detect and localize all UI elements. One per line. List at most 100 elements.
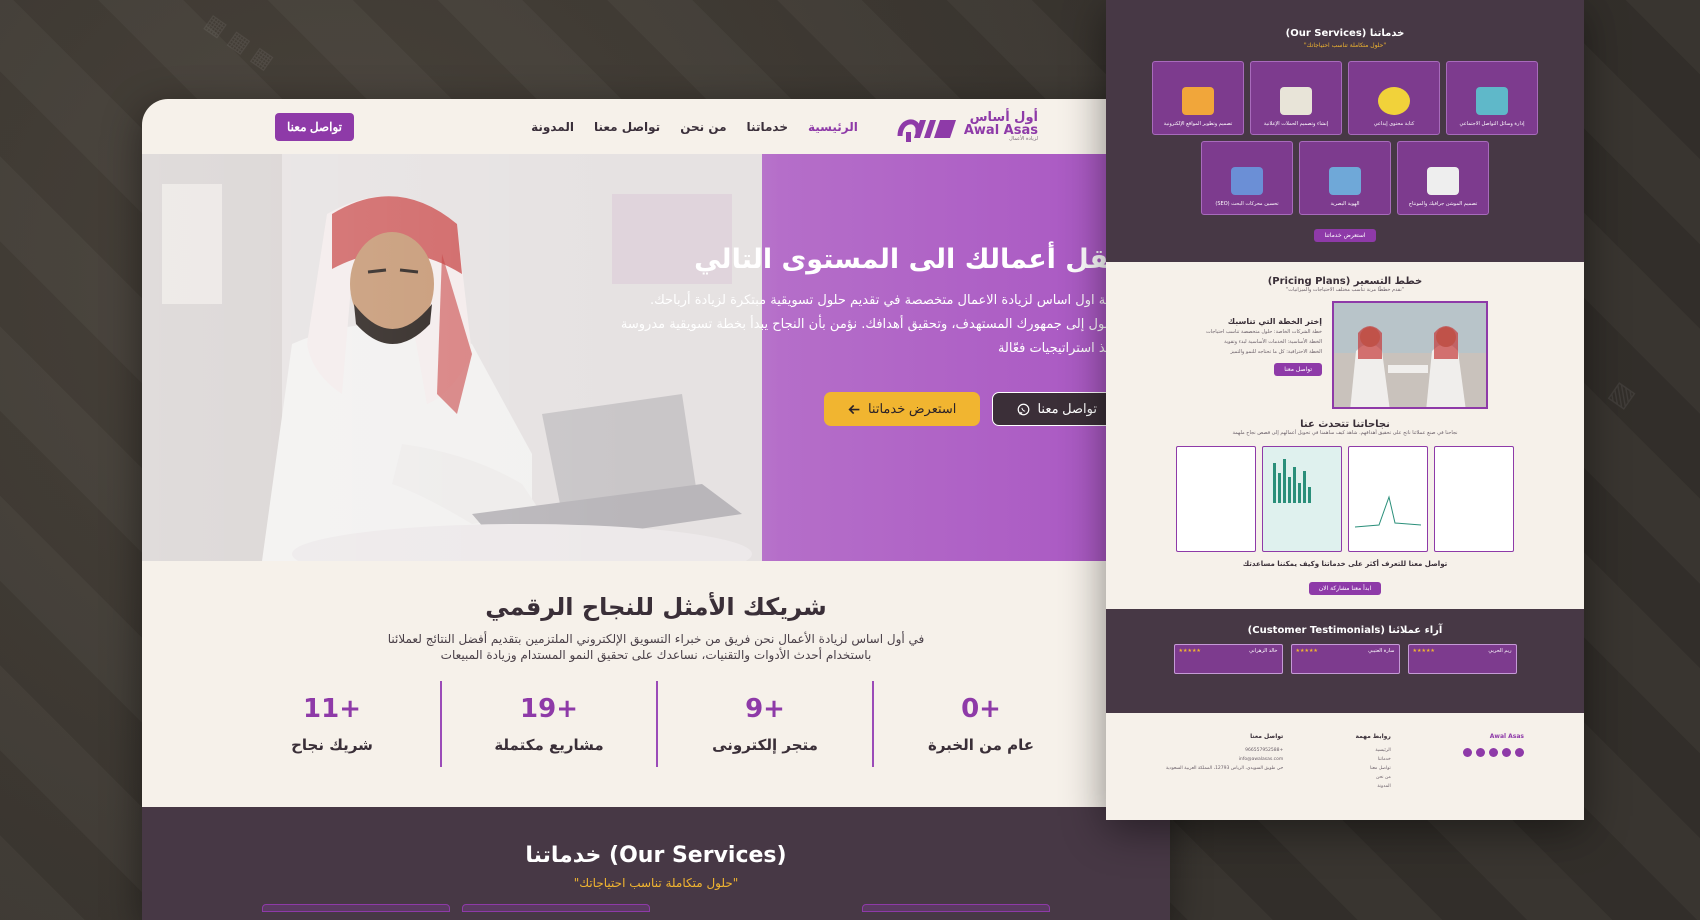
hero-services-button[interactable]: استعرض خدماتنا — [823, 392, 981, 426]
side-services-title: خدماتنا (Our Services) — [1285, 28, 1405, 39]
service-card-top[interactable] — [462, 904, 650, 912]
star-rating-icon: ★★★★★ — [1295, 648, 1318, 654]
stat-number: +11 — [303, 694, 361, 724]
hero-contact-button[interactable]: تواصل معنا — [992, 392, 1122, 426]
nav-item-services[interactable]: خدماتنا — [747, 120, 788, 134]
nav-item-home[interactable]: الرئيسية — [808, 120, 858, 134]
side-footer: Awal Asas روابط مهمة الرئيسية خدماتنا تو… — [1106, 713, 1584, 791]
star-rating-icon: ★★★★★ — [1412, 648, 1435, 654]
hero-title: ننقل أعمالك الى المستوى التالي — [694, 244, 1130, 275]
plan-line: خطة الشركات الخاصة: حلول متخصصة تناسب اح… — [1205, 329, 1322, 335]
side-services-button[interactable]: استعرض خدماتنا — [1314, 229, 1376, 242]
service-card-label: إدارة وسائل التواصل الاجتماعي — [1459, 121, 1525, 127]
footer-link[interactable]: من نحن — [1355, 773, 1391, 782]
nav-item-about[interactable]: من نحن — [680, 120, 726, 134]
plan-line: الخطة الأساسية: الخدمات الأساسية لبدء وت… — [1224, 339, 1322, 345]
arrow-left-icon — [848, 404, 860, 414]
side-services-section: خدماتنا (Our Services) "حلول متكاملة تنا… — [1106, 0, 1584, 262]
footer-links-col: روابط مهمة الرئيسية خدماتنا تواصل معنا م… — [1355, 733, 1390, 791]
navbar: تواصل معنا الرئيسية خدماتنا من نحن تواصل… — [142, 99, 1170, 154]
service-card-top[interactable] — [262, 904, 450, 912]
cta-button[interactable]: ابدأ معنا مشاركة الان — [1308, 582, 1382, 595]
nav-item-blog[interactable]: المدونة — [531, 120, 574, 134]
success-subtitle: نجاحنا في صنع عملائنا ناتج على تحقيق أهد… — [1232, 430, 1458, 436]
service-card-content[interactable]: كتابة محتوى إبداعي — [1348, 61, 1440, 135]
stat-experience: +0 عام من الخبرة — [872, 681, 1088, 767]
main-page-mockup: تواصل معنا الرئيسية خدماتنا من نحن تواصل… — [142, 99, 1170, 920]
pricing-subtitle: "نقدم خططًا مرنة تناسب مختلف الاحتياجات … — [1285, 287, 1405, 293]
success-screenshot[interactable] — [1348, 446, 1428, 552]
service-card-label: كتابة محتوى إبداعي — [1373, 121, 1415, 127]
facebook-icon[interactable] — [1515, 748, 1524, 757]
services-subtitle: "حلول متكاملة تناسب احتياجاتك" — [573, 876, 739, 890]
plan-title: إختر الخطة التي تناسبك — [1227, 317, 1322, 326]
linkedin-icon[interactable] — [1489, 748, 1498, 757]
lightbulb-icon — [1378, 87, 1410, 115]
footer-contact-title: تواصل معنا — [1250, 733, 1284, 740]
twitter-icon[interactable] — [1476, 748, 1485, 757]
service-card-label: تصميم الموشن جرافيك والمونتاج — [1408, 201, 1478, 207]
service-card-ads[interactable]: إنشاء وتصميم الحملات الإعلانية — [1250, 61, 1342, 135]
hero-description: شركة اول اساس لزيادة الاعمال متخصصة في ت… — [620, 293, 1130, 356]
service-card-social[interactable]: إدارة وسائل التواصل الاجتماعي — [1446, 61, 1538, 135]
instagram-icon[interactable] — [1502, 748, 1511, 757]
side-testimonials-section: آراء عملائنا (Customer Testimonials) ريم… — [1106, 609, 1584, 713]
service-card-label: تحسين محركات البحث (SEO) — [1215, 201, 1279, 207]
success-screenshot[interactable] — [1434, 446, 1514, 552]
side-services-subtitle: "حلول متكاملة تناسب احتياجاتك" — [1303, 42, 1387, 49]
cta-text: تواصل معنا للتعرف أكثر على خدماتنا وكيف … — [1242, 560, 1448, 568]
service-card-web[interactable]: تصميم وتطوير المواقع الإلكترونية — [1152, 61, 1244, 135]
snapchat-icon[interactable] — [1463, 748, 1472, 757]
id-card-icon — [1329, 167, 1361, 195]
footer-address: حي طويق السويدي، الرياض 12793، المملكة ا… — [1166, 766, 1284, 771]
footer-email[interactable]: info@awalasas.com — [1166, 755, 1284, 764]
plan-contact-button[interactable]: تواصل معنا — [1274, 363, 1322, 376]
star-rating-icon: ★★★★★ — [1178, 648, 1201, 654]
hero-contact-label: تواصل معنا — [1037, 401, 1097, 416]
stat-label: عام من الخبرة — [928, 736, 1034, 754]
footer-link[interactable]: المدونة — [1355, 782, 1390, 791]
testimonial-name: ريم الحربي — [1488, 648, 1512, 654]
success-screenshot[interactable] — [1262, 446, 1342, 552]
logo-mark-icon — [896, 112, 958, 142]
stat-partners: +11 شريك نجاح — [224, 681, 440, 767]
testimonial-card: ريم الحربي ★★★★★ — [1407, 644, 1517, 674]
nav-item-contact[interactable]: تواصل معنا — [594, 120, 660, 134]
success-title: نجاحاتنا تتحدث عنا — [1300, 419, 1390, 430]
testimonial-name: خالد الزهراني — [1249, 648, 1278, 654]
side-page-mockup: خدماتنا (Our Services) "حلول متكاملة تنا… — [1106, 0, 1584, 820]
service-card-label: الهوية البصرية — [1330, 201, 1360, 207]
service-card-identity[interactable]: الهوية البصرية — [1299, 141, 1391, 215]
stat-stores: +9 متجر إلكترونى — [656, 681, 872, 767]
service-card-motion[interactable]: تصميم الموشن جرافيك والمونتاج — [1397, 141, 1489, 215]
whatsapp-icon — [1018, 403, 1030, 415]
footer-phone[interactable]: +966557952588 — [1166, 746, 1283, 755]
stat-number: +9 — [745, 694, 785, 724]
services-title: خدماتنا (Our Services) — [525, 843, 787, 868]
social-icons — [1463, 748, 1524, 757]
footer-logo[interactable]: Awal Asas — [1463, 733, 1524, 740]
success-screenshot[interactable] — [1176, 446, 1256, 552]
seo-icon — [1231, 167, 1263, 195]
footer-link[interactable]: الرئيسية — [1355, 746, 1391, 755]
service-card-top[interactable] — [862, 904, 1050, 912]
footer-links-title: روابط مهمة — [1355, 733, 1391, 740]
testimonial-card: خالد الزهراني ★★★★★ — [1173, 644, 1283, 674]
partner-section: شريكك الأمثل للنجاح الرقمي في أول اساس ل… — [142, 561, 1170, 767]
service-card-label: إنشاء وتصميم الحملات الإعلانية — [1263, 121, 1329, 127]
nav-contact-button[interactable]: تواصل معنا — [275, 112, 354, 141]
footer-link[interactable]: تواصل معنا — [1355, 764, 1391, 773]
code-icon — [1182, 87, 1214, 115]
footer-link[interactable]: خدماتنا — [1355, 755, 1391, 764]
footer-logo-col: Awal Asas — [1463, 733, 1524, 791]
pricing-title: خطط التسعير (Pricing Plans) — [1267, 276, 1423, 287]
social-media-icon — [1476, 87, 1508, 115]
footer-contact-col: تواصل معنا +966557952588 info@awalasas.c… — [1166, 733, 1283, 791]
logo[interactable]: أول أساس Awal Asas لزيادة الأعمال — [896, 111, 1038, 142]
nav-menu: الرئيسية خدماتنا من نحن تواصل معنا المدو… — [531, 120, 858, 134]
testimonial-card: سارة العتيبي ★★★★★ — [1290, 644, 1400, 674]
service-card-seo[interactable]: تحسين محركات البحث (SEO) — [1201, 141, 1293, 215]
testimonials-title: آراء عملائنا (Customer Testimonials) — [1247, 625, 1443, 636]
stat-projects: +19 مشاريع مكتملة — [440, 681, 656, 767]
handshake-photo — [1332, 301, 1488, 409]
